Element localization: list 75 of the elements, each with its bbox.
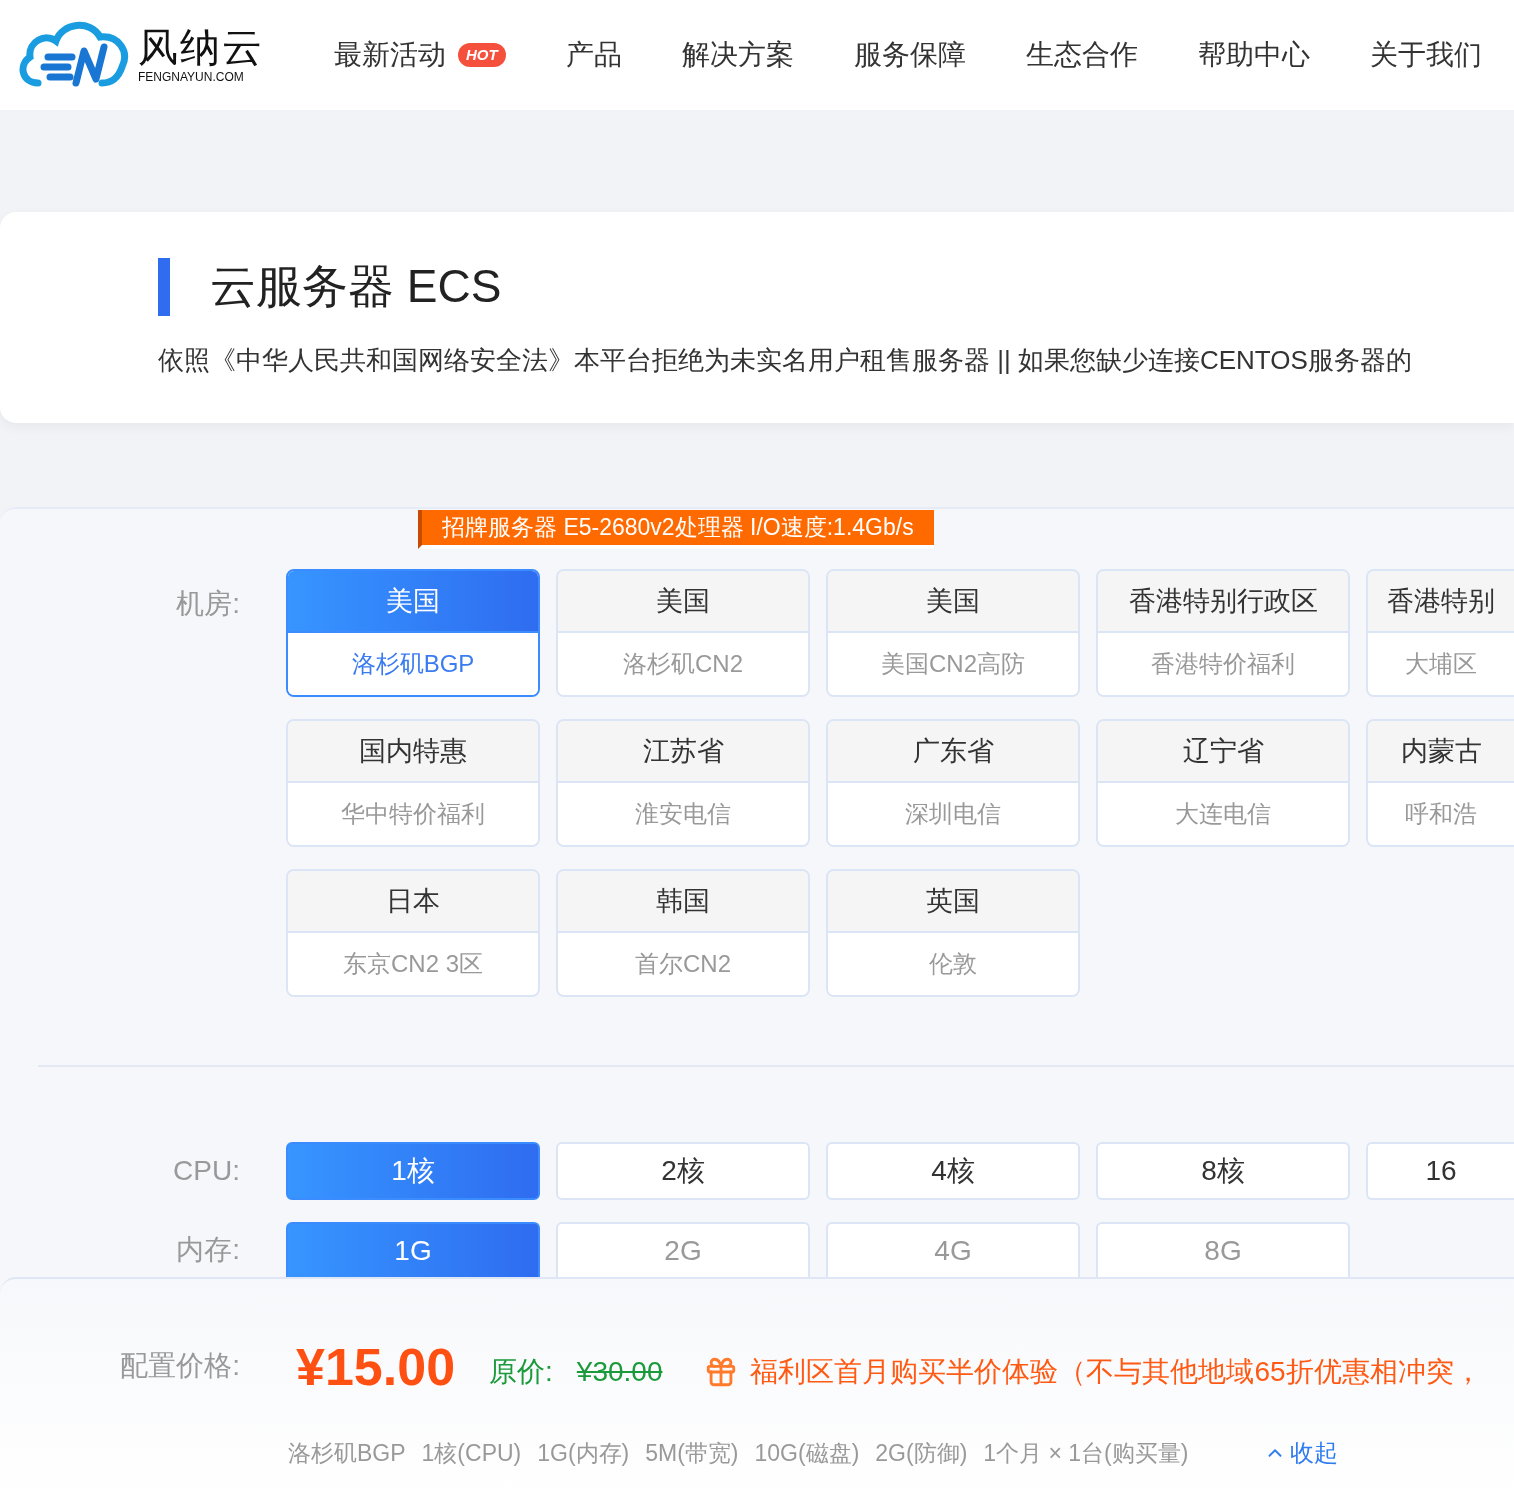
region-name: 香港特别行政区 bbox=[1128, 584, 1318, 618]
region-name: 国内特惠 bbox=[359, 734, 467, 768]
promo-ribbon: 招牌服务器 E5-2680v2处理器 I/O速度:1.4Gb/s bbox=[418, 510, 934, 549]
region-name: 江苏省 bbox=[642, 734, 724, 768]
nav-link[interactable]: 服务保障 bbox=[853, 34, 966, 76]
region-name: 广东省 bbox=[912, 734, 994, 768]
summary-item: 1G(内存) bbox=[537, 1438, 630, 1468]
nav-link[interactable]: 解决方案 bbox=[681, 34, 794, 76]
field-label: CPU: bbox=[173, 1154, 240, 1188]
title-accent-bar bbox=[158, 257, 170, 316]
current-price: ¥15.00 bbox=[296, 1341, 456, 1393]
nav-link[interactable]: 生态合作 bbox=[1025, 34, 1138, 76]
line-name: 香港特价福利 bbox=[1151, 649, 1295, 679]
summary-item: 洛杉矶BGP bbox=[288, 1438, 406, 1468]
datacenter-option[interactable]: 广东省 深圳电信 bbox=[826, 719, 1080, 847]
line-name: 大埔区 bbox=[1405, 649, 1477, 679]
field-label: 机房: bbox=[176, 587, 240, 621]
datacenter-option[interactable]: 日本 东京CN2 3区 bbox=[286, 869, 540, 997]
datacenter-option[interactable]: 国内特惠 华中特价福利 bbox=[286, 719, 540, 847]
datacenter-option[interactable]: 内蒙古 呼和浩 bbox=[1366, 719, 1514, 847]
line-name: 淮安电信 bbox=[635, 799, 731, 829]
summary-item: 1个月 × 1台(购买量) bbox=[983, 1438, 1189, 1468]
line-name: 美国CN2高防 bbox=[881, 649, 1025, 679]
datacenter-option[interactable]: 香港特别 大埔区 bbox=[1366, 569, 1514, 697]
datacenter-option[interactable]: 辽宁省 大连电信 bbox=[1096, 719, 1350, 847]
nav-link[interactable]: 关于我们 bbox=[1369, 34, 1482, 76]
datacenter-option[interactable]: 韩国 首尔CN2 bbox=[556, 869, 810, 997]
line-name: 深圳电信 bbox=[905, 799, 1001, 829]
brand-domain: FENGNAYUN.COM bbox=[138, 71, 245, 83]
region-name: 韩国 bbox=[656, 884, 710, 918]
spec-option[interactable]: 8核 bbox=[1096, 1142, 1350, 1200]
field-label: 配置价格: bbox=[120, 1349, 240, 1383]
line-name: 洛杉矶BGP bbox=[351, 649, 475, 679]
field-label: 内存: bbox=[176, 1232, 240, 1267]
summary-item: 1核(CPU) bbox=[421, 1438, 522, 1468]
region-name: 美国 bbox=[656, 584, 710, 618]
original-price: ¥30.00 bbox=[576, 1355, 663, 1389]
nav-link[interactable]: 帮助中心 bbox=[1197, 34, 1310, 76]
datacenter-option[interactable]: 江苏省 淮安电信 bbox=[556, 719, 810, 847]
nav-link[interactable]: 产品 bbox=[565, 34, 622, 76]
line-name: 大连电信 bbox=[1175, 799, 1271, 829]
region-name: 英国 bbox=[926, 884, 980, 918]
original-price-label: 原价: bbox=[489, 1355, 553, 1389]
spec-option[interactable]: 1核 bbox=[286, 1142, 540, 1200]
summary-item: 2G(防御) bbox=[875, 1438, 968, 1468]
line-name: 首尔CN2 bbox=[635, 949, 731, 979]
datacenter-option[interactable]: 美国 美国CN2高防 bbox=[826, 569, 1080, 697]
spec-option[interactable]: 1G bbox=[286, 1222, 540, 1277]
spec-option[interactable]: 16 bbox=[1366, 1142, 1514, 1200]
datacenter-option[interactable]: 美国 洛杉矶CN2 bbox=[556, 569, 810, 697]
region-name: 日本 bbox=[386, 884, 440, 918]
region-name: 香港特别 bbox=[1387, 584, 1495, 618]
region-name: 美国 bbox=[926, 584, 980, 618]
line-name: 伦敦 bbox=[929, 949, 977, 979]
promo-text: 福利区首月购买半价体验（不与其他地域65折优惠相冲突， bbox=[750, 1355, 1482, 1389]
datacenter-option[interactable]: 英国 伦敦 bbox=[826, 869, 1080, 997]
region-name: 辽宁省 bbox=[1182, 734, 1264, 768]
summary-item: 10G(磁盘) bbox=[754, 1438, 860, 1468]
spec-option[interactable]: 2核 bbox=[556, 1142, 810, 1200]
datacenter-option[interactable]: 香港特别行政区 香港特价福利 bbox=[1096, 569, 1350, 697]
spec-option[interactable]: 4核 bbox=[826, 1142, 1080, 1200]
page-title: 云服务器 ECS bbox=[210, 259, 502, 314]
nav-link[interactable]: 最新活动 bbox=[334, 34, 446, 76]
hot-badge: HOT bbox=[458, 43, 506, 67]
region-name: 内蒙古 bbox=[1400, 734, 1482, 768]
line-name: 洛杉矶CN2 bbox=[623, 649, 743, 679]
notice-text: 依照《中华人民共和国网络安全法》本平台拒绝为未实名用户租售服务器 || 如果您缺少连接CENTOS服务器的 bbox=[158, 344, 1413, 377]
collapse-link[interactable]: 收起 bbox=[1264, 1435, 1339, 1471]
line-name: 华中特价福利 bbox=[341, 799, 485, 829]
datacenter-option[interactable]: 美国 洛杉矶BGP bbox=[286, 569, 540, 697]
summary-item: 5M(带宽) bbox=[645, 1438, 739, 1468]
region-name: 美国 bbox=[386, 584, 440, 618]
brand-name: 风纳云 bbox=[138, 27, 264, 67]
line-name: 呼和浩 bbox=[1405, 799, 1477, 829]
line-name: 东京CN2 3区 bbox=[343, 949, 483, 979]
